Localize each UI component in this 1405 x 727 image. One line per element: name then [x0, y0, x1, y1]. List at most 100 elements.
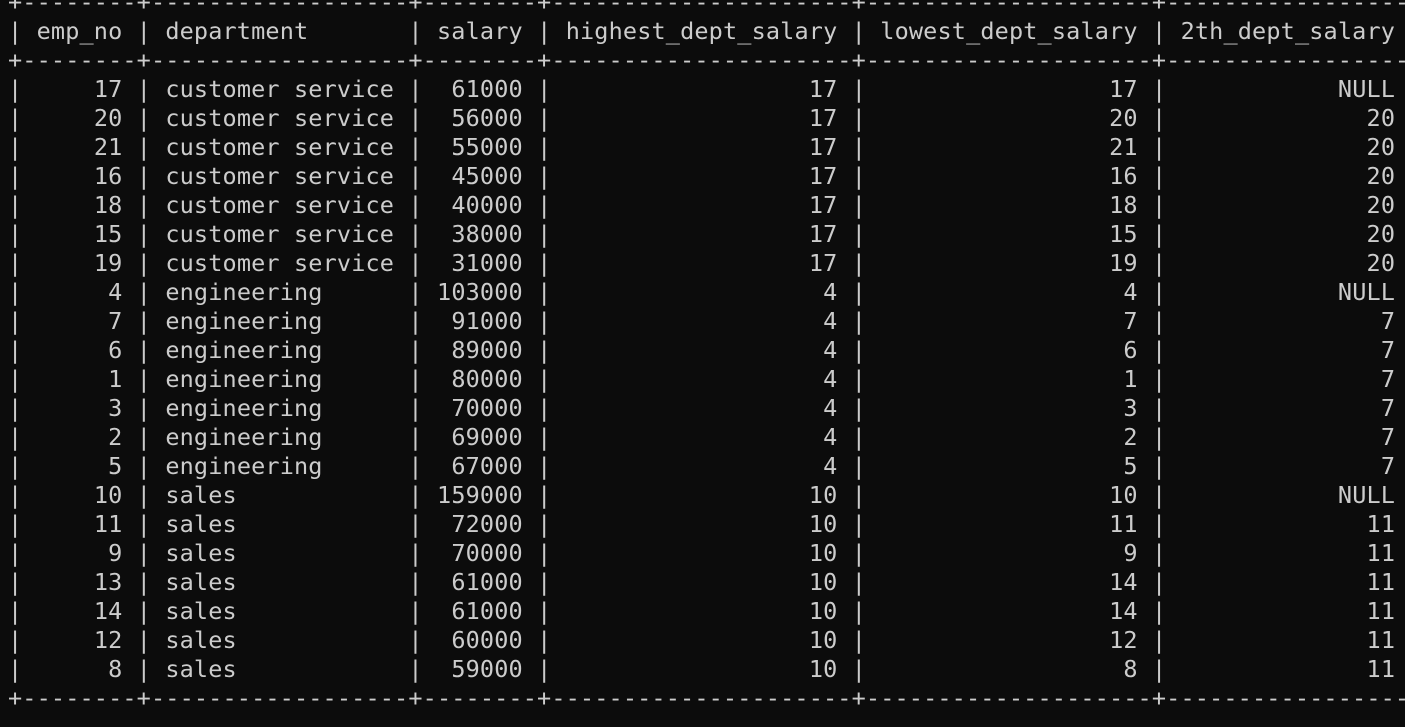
table-cell: engineering	[165, 365, 323, 393]
table-cell: 1	[108, 365, 123, 393]
table-cell: 72000	[451, 510, 523, 538]
table-cell: 18	[93, 191, 123, 219]
table-row: | 10 | sales | 159000 | 10 | 10 | NULL |	[8, 481, 1396, 509]
table-cell: 20	[1366, 191, 1396, 219]
terminal-output: +--------+------------------+--------+--…	[8, 0, 1405, 713]
table-cell: 11	[1366, 510, 1396, 538]
table-cell: 6	[108, 336, 123, 364]
table-row: | 16 | customer service | 45000 | 17 | 1…	[8, 162, 1396, 190]
table-cell: 10	[808, 539, 838, 567]
table-cell: 17	[808, 220, 838, 248]
table-cell: 31000	[451, 249, 523, 277]
table-cell: NULL	[1337, 278, 1396, 306]
table-cell: 17	[808, 75, 838, 103]
table-cell: 20	[1366, 104, 1396, 132]
table-cell: customer service	[165, 191, 395, 219]
table-cell: sales	[165, 481, 237, 509]
table-cell: 3	[1123, 394, 1138, 422]
table-cell: 70000	[451, 539, 523, 567]
table-cell: 159000	[437, 481, 523, 509]
table-cell: 16	[93, 162, 123, 190]
table-cell: 40000	[451, 191, 523, 219]
table-row: | 12 | sales | 60000 | 10 | 12 | 11 |	[8, 626, 1396, 654]
table-cell: 17	[808, 162, 838, 190]
table-row: | 13 | sales | 61000 | 10 | 14 | 11 |	[8, 568, 1396, 596]
table-cell: 55000	[451, 133, 523, 161]
table-top-border: +--------+------------------+--------+--…	[8, 0, 1405, 16]
table-cell: 10	[93, 481, 123, 509]
table-cell: 17	[808, 249, 838, 277]
table-cell: 8	[108, 655, 123, 683]
table-cell: 10	[808, 568, 838, 596]
table-header-separator: +--------+------------------+--------+--…	[8, 46, 1405, 74]
table-cell: 7	[1123, 307, 1138, 335]
table-cell: 2	[1123, 423, 1138, 451]
table-cell: engineering	[165, 394, 323, 422]
column-header: highest_dept_salary	[565, 17, 838, 45]
table-cell: 17	[808, 104, 838, 132]
table-cell: 5	[1123, 452, 1138, 480]
column-header: lowest_dept_salary	[880, 17, 1138, 45]
table-row: | 21 | customer service | 55000 | 17 | 2…	[8, 133, 1396, 161]
table-cell: 10	[808, 481, 838, 509]
table-cell: 20	[1366, 133, 1396, 161]
table-cell: 9	[1123, 539, 1138, 567]
table-row: | 1 | engineering | 80000 | 4 | 1 | 7 |	[8, 365, 1396, 393]
table-cell: 7	[108, 307, 123, 335]
table-cell: 7	[1380, 336, 1396, 364]
table-cell: 38000	[451, 220, 523, 248]
table-cell: customer service	[165, 162, 395, 190]
table-cell: 11	[93, 510, 123, 538]
table-row: | 3 | engineering | 70000 | 4 | 3 | 7 |	[8, 394, 1396, 422]
table-cell: 4	[823, 423, 838, 451]
table-cell: 4	[823, 307, 838, 335]
table-cell: 19	[93, 249, 123, 277]
table-cell: customer service	[165, 75, 395, 103]
table-cell: 13	[93, 568, 123, 596]
table-cell: 17	[93, 75, 123, 103]
table-row: | 11 | sales | 72000 | 10 | 11 | 11 |	[8, 510, 1396, 538]
table-cell: 14	[93, 597, 123, 625]
table-cell: 17	[808, 133, 838, 161]
table-cell: 10	[1109, 481, 1138, 509]
table-cell: 60000	[451, 626, 523, 654]
table-cell: 14	[1109, 597, 1138, 625]
table-row: | 8 | sales | 59000 | 10 | 8 | 11 |	[8, 655, 1396, 683]
table-cell: customer service	[165, 249, 395, 277]
table-cell: 7	[1380, 394, 1396, 422]
table-cell: 3	[108, 394, 123, 422]
table-cell: 11	[1109, 510, 1138, 538]
table-cell: 70000	[451, 394, 523, 422]
table-cell: 45000	[451, 162, 523, 190]
table-row: | 20 | customer service | 56000 | 17 | 2…	[8, 104, 1396, 132]
table-cell: 61000	[451, 568, 523, 596]
table-bottom-border: +--------+------------------+--------+--…	[8, 684, 1405, 712]
table-cell: sales	[165, 597, 237, 625]
table-row: | 14 | sales | 61000 | 10 | 14 | 11 |	[8, 597, 1396, 625]
table-cell: sales	[165, 568, 237, 596]
column-header: salary	[437, 17, 523, 45]
table-cell: 56000	[451, 104, 523, 132]
table-cell: sales	[165, 510, 237, 538]
table-cell: engineering	[165, 278, 323, 306]
table-cell: 5	[108, 452, 123, 480]
table-cell: customer service	[165, 104, 395, 132]
table-cell: 61000	[451, 597, 523, 625]
table-row: | 15 | customer service | 38000 | 17 | 1…	[8, 220, 1396, 248]
table-cell: 67000	[451, 452, 523, 480]
table-cell: 61000	[451, 75, 523, 103]
table-row: | 2 | engineering | 69000 | 4 | 2 | 7 |	[8, 423, 1396, 451]
table-cell: 4	[823, 365, 838, 393]
table-cell: 18	[1109, 191, 1138, 219]
table-cell: sales	[165, 655, 237, 683]
table-cell: 14	[1109, 568, 1138, 596]
table-row: | 7 | engineering | 91000 | 4 | 7 | 7 |	[8, 307, 1396, 335]
column-header: 2th_dept_salary	[1180, 17, 1396, 45]
table-cell: NULL	[1337, 481, 1396, 509]
table-cell: 103000	[437, 278, 523, 306]
table-cell: NULL	[1337, 75, 1396, 103]
table-cell: 20	[1366, 249, 1396, 277]
table-cell: sales	[165, 539, 237, 567]
table-cell: 10	[808, 597, 838, 625]
table-cell: 20	[1366, 162, 1396, 190]
